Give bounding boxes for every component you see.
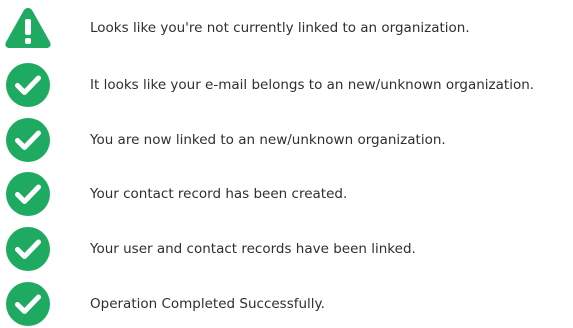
check-circle-icon <box>4 225 52 273</box>
warning-triangle-icon <box>4 4 52 52</box>
status-row-contact-created: Your contact record has been created. <box>0 170 573 218</box>
status-message-text: Looks like you're not currently linked t… <box>90 20 470 36</box>
check-circle-icon <box>4 116 52 164</box>
status-row-email-org: It looks like your e-mail belongs to an … <box>0 61 573 109</box>
status-message-text: Your contact record has been created. <box>90 186 348 202</box>
status-row-not-linked: Looks like you're not currently linked t… <box>0 4 573 52</box>
check-circle-icon <box>4 61 52 109</box>
status-message-text: Operation Completed Successfully. <box>90 296 325 312</box>
status-row-now-linked: You are now linked to an new/unknown org… <box>0 116 573 164</box>
status-message-text: Your user and contact records have been … <box>90 241 416 257</box>
check-circle-icon <box>4 280 52 328</box>
status-message-text: You are now linked to an new/unknown org… <box>90 132 446 148</box>
check-circle-icon <box>4 170 52 218</box>
status-row-operation-completed: Operation Completed Successfully. <box>0 280 573 328</box>
status-message-text: It looks like your e-mail belongs to an … <box>90 77 535 93</box>
status-row-records-linked: Your user and contact records have been … <box>0 225 573 273</box>
status-message-list: Looks like you're not currently linked t… <box>0 0 573 326</box>
